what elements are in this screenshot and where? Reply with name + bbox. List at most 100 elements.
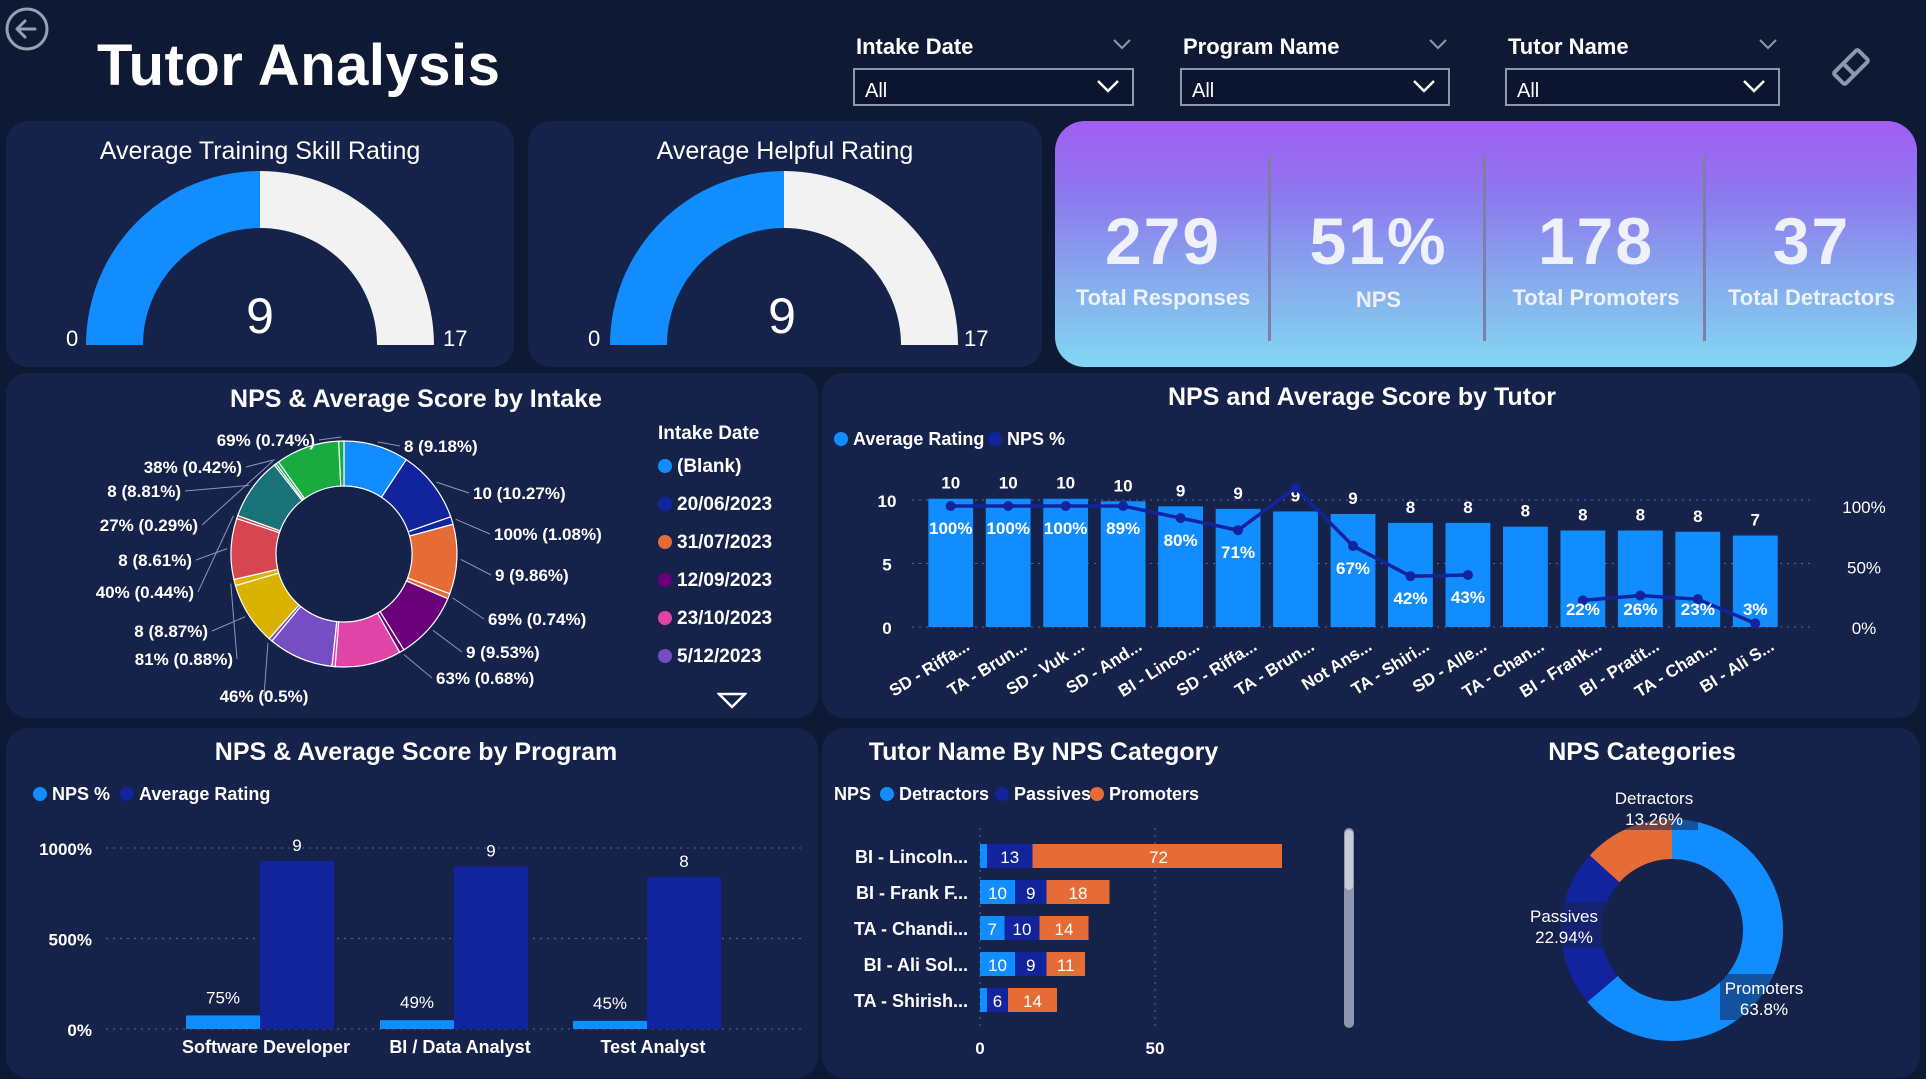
segment-label: 9	[1026, 884, 1035, 903]
chevron-down-icon	[1429, 39, 1447, 50]
legend-more-button[interactable]	[715, 691, 749, 709]
segment-label: 6	[993, 992, 1002, 1011]
slice-label: 10 (10.27%)	[473, 484, 566, 503]
bar-value-label: 8	[1463, 498, 1472, 517]
filter-dropdown[interactable]: All	[1180, 68, 1450, 106]
clear-filters-button[interactable]	[1826, 42, 1876, 92]
filter-dropdown[interactable]: All	[1505, 68, 1780, 106]
slice-percent-label: 63.8%	[1740, 1000, 1788, 1019]
nps-value-label: 100%	[929, 519, 972, 538]
x-category-label: BI / Data Analyst	[389, 1037, 530, 1057]
bar-value-label: 8	[1636, 505, 1645, 524]
legend-label: (Blank)	[677, 456, 742, 477]
slice-label: 27% (0.29%)	[100, 516, 198, 535]
filter-label: Tutor Name	[1508, 34, 1629, 59]
eraser-icon	[1832, 48, 1870, 86]
legend-item[interactable]: 12/09/2023	[658, 570, 772, 592]
row-label: TA - Chandi...	[854, 919, 968, 939]
kpi-label: Total Responses	[1075, 285, 1251, 310]
filter-header-chevron-icon[interactable]	[1758, 38, 1778, 50]
legend-dot	[658, 649, 672, 663]
leader-line	[455, 518, 491, 535]
kpi-value: 178	[1537, 204, 1655, 278]
filter-header-chevron-icon[interactable]	[1112, 38, 1132, 50]
tutor-chart-card: NPS and Average Score by Tutor Average R…	[822, 373, 1920, 718]
filter-dropdown[interactable]: All	[853, 68, 1134, 106]
filter-value: All	[1517, 80, 1540, 102]
kpi-total-detractors: 37 Total Detractors	[1706, 121, 1917, 367]
leader-line	[211, 616, 246, 632]
nps-value-label: 100%	[1044, 519, 1087, 538]
gauge-card-training-skill: Average Training Skill Rating 9 0 17	[6, 121, 514, 367]
chevron-down-icon	[1097, 80, 1119, 93]
legend-item[interactable]: (Blank)	[658, 456, 741, 478]
bar-value-label: 49%	[400, 993, 434, 1012]
stacked-segment	[980, 844, 987, 868]
legend-item[interactable]: 23/10/2023	[658, 608, 772, 630]
intake-chart-card: NPS & Average Score by Intake 8 (9.18%) 1…	[6, 373, 818, 718]
kpi-value: 37	[1772, 204, 1851, 278]
legend-label: 12/09/2023	[677, 570, 773, 591]
rating-bar	[260, 861, 334, 1029]
slice-name-label: Detractors	[1615, 789, 1693, 808]
legend-dot	[658, 611, 672, 625]
nps-line	[1582, 593, 1756, 625]
kpi-total-promoters: 178 Total Promoters	[1486, 121, 1706, 367]
bar-value-label: 10	[941, 474, 960, 493]
filter-label: Intake Date	[856, 34, 974, 59]
slice-label: 46% (0.5%)	[220, 687, 309, 706]
slice-label: 8 (9.18%)	[404, 437, 478, 456]
scrollbar-thumb[interactable]	[1345, 830, 1353, 890]
filter-header-chevron-icon[interactable]	[1428, 38, 1448, 50]
legend-item[interactable]: 5/12/2023	[658, 646, 762, 668]
tutor-bar	[1273, 511, 1318, 627]
slice-percent-label: 13.26%	[1625, 810, 1683, 829]
x-tick-label: 0	[975, 1039, 984, 1058]
chevron-path	[1413, 80, 1435, 93]
y-tick-label: 500%	[49, 931, 92, 950]
nps-bar	[380, 1020, 454, 1029]
legend-label: 31/07/2023	[677, 532, 773, 553]
tutor-bar	[928, 498, 974, 627]
stacked-segment	[980, 988, 987, 1012]
filter-label: Program Name	[1183, 34, 1340, 59]
nps-point	[1118, 501, 1129, 511]
bar-value-label: 10	[1056, 474, 1075, 493]
bar-value-label: 8	[1406, 498, 1415, 517]
leader-line	[436, 481, 470, 494]
chart-scrollbar[interactable]	[1344, 828, 1354, 1028]
kpi-value: 279	[1104, 204, 1222, 278]
nps-value-label: 23%	[1681, 600, 1715, 619]
chevron-path	[1097, 80, 1119, 93]
bar-value-label: 8	[679, 852, 688, 871]
kpi-card: 279 Total Responses 51% NPS 178 Total Pr…	[1055, 121, 1917, 367]
leader-line	[432, 629, 463, 653]
nps-point	[945, 501, 956, 511]
leader-line	[184, 484, 250, 492]
slice-label: 100% (1.08%)	[494, 525, 602, 544]
y-tick-label: 1000%	[39, 840, 92, 859]
legend-item[interactable]: 31/07/2023	[658, 532, 772, 554]
kpi-value: 51%	[1309, 204, 1448, 278]
back-button[interactable]	[4, 6, 50, 52]
kpi-label: Total Promoters	[1512, 285, 1680, 310]
legend-dot	[658, 459, 672, 473]
gauge-max: 17	[443, 326, 468, 351]
legend-label: 20/06/2023	[677, 494, 773, 515]
tutor-bar	[1043, 498, 1089, 627]
kpi-nps: 51% NPS	[1271, 121, 1486, 367]
filter-value: All	[1192, 80, 1215, 102]
y-tick-label: 0%	[67, 1021, 92, 1040]
leader-line	[195, 548, 228, 561]
nps-bar	[573, 1020, 647, 1029]
back-arrow-icon	[5, 7, 49, 51]
nps-value-label: 22%	[1566, 600, 1600, 619]
nps-point	[1462, 569, 1473, 580]
segment-label: 18	[1069, 884, 1088, 903]
nps-bar	[186, 1015, 260, 1029]
legend-item[interactable]: 20/06/2023	[658, 494, 772, 516]
chevron-down-icon	[1413, 80, 1435, 93]
leader-line	[460, 559, 492, 576]
y2-tick-label: 100%	[1842, 498, 1885, 517]
segment-label: 72	[1149, 848, 1168, 867]
